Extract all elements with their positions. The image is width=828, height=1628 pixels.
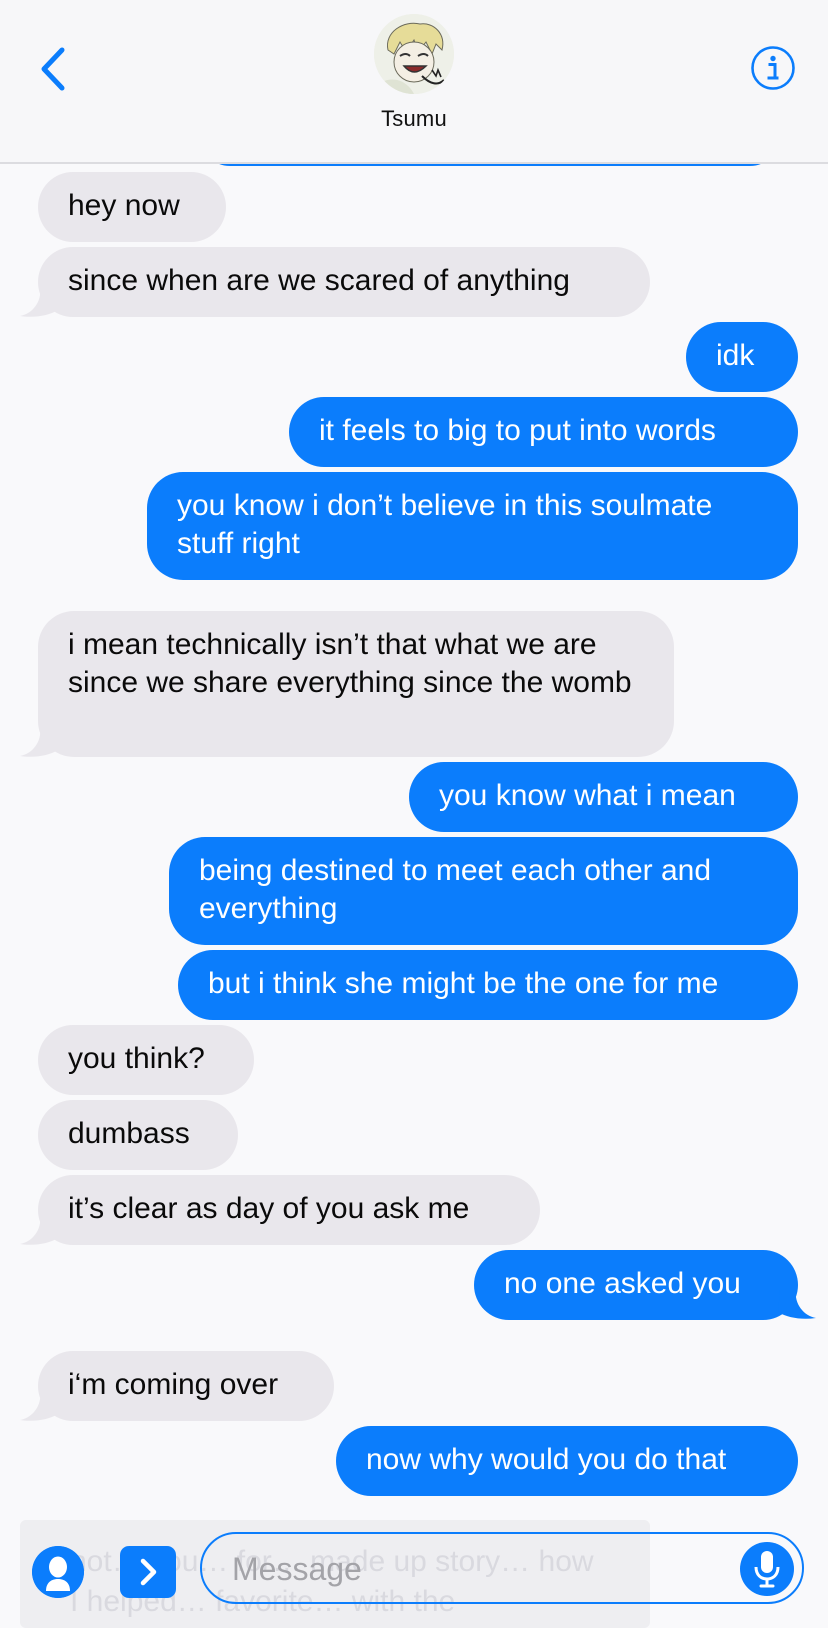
message-text: but i think she might be the one for me — [208, 967, 719, 1000]
message-bubble[interactable]: you know i don’t believe in this soulmat… — [147, 472, 798, 580]
message-text: it feels to big to put into words — [319, 414, 716, 447]
message-bubble[interactable]: since when are we scared of anything — [38, 247, 650, 317]
message-text: you think? — [68, 1042, 205, 1075]
message-text: you know what i mean — [439, 779, 736, 812]
message-text: hey now — [68, 189, 180, 222]
bubble-tail — [20, 1216, 58, 1245]
message-bubble[interactable]: it’s clear as day of you ask me — [38, 1175, 540, 1245]
apps-button[interactable] — [120, 1546, 176, 1598]
microphone-icon — [754, 1551, 780, 1588]
message-bubble[interactable]: it feels to big to put into words — [289, 397, 798, 467]
conversation[interactable]: hey now since when are we scared of anyt… — [0, 0, 828, 1628]
message-text: it’s clear as day of you ask me — [68, 1192, 470, 1225]
message-text: dumbass — [68, 1117, 190, 1150]
message-bubble[interactable]: you know what i mean — [409, 762, 798, 832]
message-text: now why would you do that — [366, 1443, 727, 1476]
message-text: i‘m coming over — [68, 1368, 279, 1401]
message-text: i mean technically isn’t that what we ar… — [68, 628, 632, 699]
dictation-button[interactable] — [740, 1542, 794, 1596]
message-bubble[interactable]: dumbass — [38, 1100, 238, 1170]
contact-avatar[interactable] — [374, 14, 454, 94]
chevron-right-icon — [140, 1558, 157, 1586]
message-bubble[interactable]: hey now — [38, 172, 226, 242]
message-bubble[interactable]: i mean technically isn’t that what we ar… — [38, 611, 674, 757]
contact-button[interactable] — [32, 1546, 84, 1598]
bubble-tail — [778, 1290, 816, 1319]
bubble-tail — [20, 1392, 58, 1421]
message-text: since when are we scared of anything — [68, 264, 570, 297]
chevron-left-icon — [41, 47, 65, 91]
message-bubble[interactable]: idk — [686, 322, 798, 392]
message-text: idk — [716, 339, 755, 372]
messages-screen: hey now since when are we scared of anyt… — [0, 0, 828, 1628]
message-bubble[interactable]: but i think she might be the one for me — [178, 950, 798, 1020]
info-icon — [751, 46, 795, 90]
message-bubble[interactable]: i‘m coming over — [38, 1351, 334, 1421]
message-text: you know i don’t believe in this soulmat… — [177, 489, 713, 560]
message-placeholder: Message — [232, 1551, 362, 1587]
message-text: being destined to meet each other and ev… — [199, 854, 712, 925]
bubble-tail — [20, 728, 58, 757]
conversation-header: Tsumu — [0, 0, 828, 164]
message-input[interactable]: Message — [200, 1532, 804, 1604]
avatar-illustration — [374, 14, 454, 94]
back-button[interactable] — [36, 44, 70, 94]
bubble-tail — [20, 288, 58, 317]
message-bubble[interactable]: now why would you do that — [336, 1426, 798, 1496]
contact-name[interactable]: Tsumu — [0, 106, 828, 132]
message-bubble[interactable]: being destined to meet each other and ev… — [169, 837, 798, 945]
person-icon — [32, 1546, 84, 1598]
message-bubble[interactable]: you think? — [38, 1025, 254, 1095]
message-bubble[interactable]: no one asked you — [474, 1250, 798, 1320]
info-button[interactable] — [750, 45, 796, 91]
message-text: no one asked you — [504, 1267, 741, 1300]
